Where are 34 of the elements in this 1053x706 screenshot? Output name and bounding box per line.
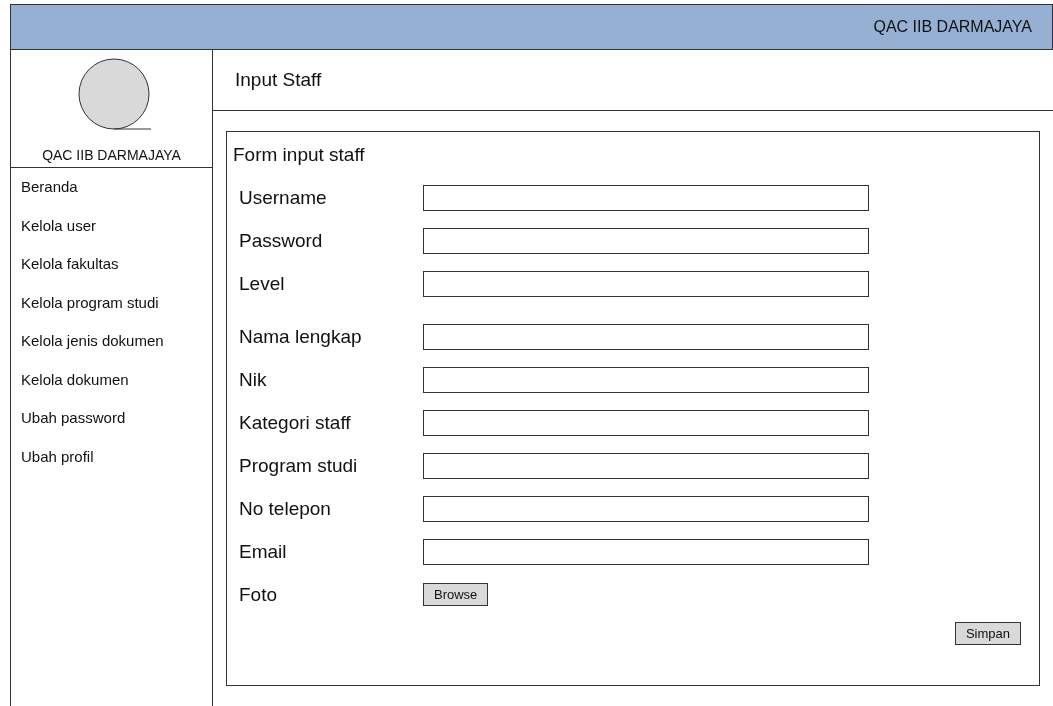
input-field[interactable] xyxy=(423,495,869,522)
field-label: Foto xyxy=(239,583,279,606)
input-field[interactable] xyxy=(423,323,869,350)
input-field[interactable] xyxy=(423,366,869,393)
brand-name: QAC IIB DARMAJAYA xyxy=(42,147,181,163)
input-field[interactable] xyxy=(423,452,869,479)
menu-item[interactable]: Kelola jenis dokumen xyxy=(21,332,212,371)
field-label: Program studi xyxy=(239,454,359,477)
input-field[interactable] xyxy=(423,184,869,211)
menu-item[interactable]: Kelola program studi xyxy=(21,293,212,332)
menu-item[interactable]: Ubah password xyxy=(21,409,212,448)
save-button[interactable]: Simpan xyxy=(954,622,1021,645)
page-title: Input Staff xyxy=(235,69,322,91)
menu-item[interactable]: Kelola dokumen xyxy=(21,370,212,409)
input-field[interactable] xyxy=(423,409,869,436)
menu-item[interactable]: Beranda xyxy=(21,178,212,217)
field-label: Password xyxy=(239,229,324,252)
field-label: Username xyxy=(239,186,328,209)
field-label: Email xyxy=(239,540,288,563)
form-title: Form input staff xyxy=(233,144,366,166)
header-title: QAC IIB DARMAJAYA xyxy=(873,18,1032,36)
avatar-circle-icon xyxy=(76,57,153,133)
input-field[interactable] xyxy=(423,270,869,297)
field-label: Nik xyxy=(239,368,268,391)
browse-button[interactable]: Browse xyxy=(423,583,489,606)
menu-item[interactable]: Kelola fakultas xyxy=(21,255,212,294)
menu-item[interactable]: Ubah profil xyxy=(21,447,212,486)
input-field[interactable] xyxy=(423,227,869,254)
field-label: Nama lengkap xyxy=(239,325,363,348)
field-label: Level xyxy=(239,272,286,295)
menu-item[interactable]: Kelola user xyxy=(21,216,212,255)
input-field[interactable] xyxy=(423,538,869,565)
field-label: No telepon xyxy=(239,497,332,520)
field-label: Kategori staff xyxy=(239,411,352,434)
